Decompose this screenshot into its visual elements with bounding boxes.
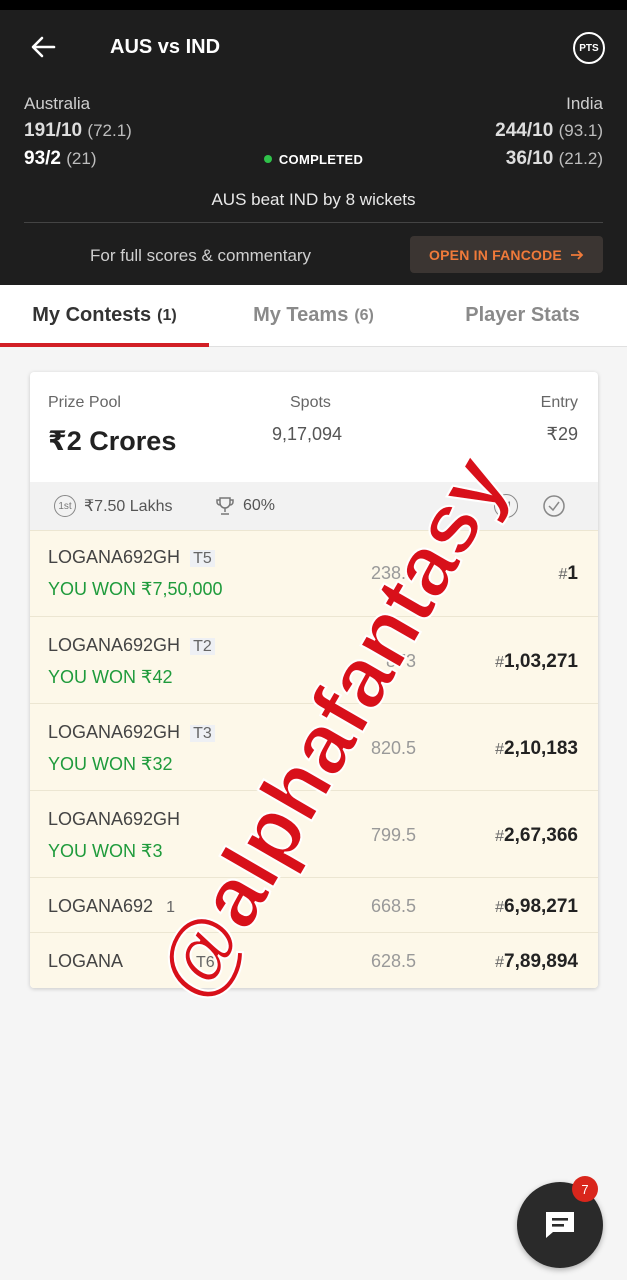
chat-notification-badge: 7 [572, 1176, 598, 1202]
tab-count: (6) [354, 306, 374, 324]
entry-value: ₹29 [546, 424, 578, 444]
team-rank: #1,03,271 [495, 651, 578, 672]
team-rank: #2,10,183 [495, 738, 578, 759]
status-label: COMPLETED [278, 152, 364, 167]
team-tag: T3 [190, 725, 215, 742]
contest-card[interactable]: Prize Pool ₹2 Crores Spots 9,17,094 Entr… [30, 372, 598, 988]
app-bar: AUS vs IND PTS [0, 10, 627, 84]
tab-bar: My Contests (1) My Teams (6) Player Stat… [0, 285, 627, 347]
match-result: AUS beat IND by 8 wickets [211, 190, 416, 209]
team-tag: 1 [166, 899, 175, 916]
team-row[interactable]: LOGANA692GH T2 YOU WON ₹42 873 #1,03,271 [30, 616, 598, 703]
team-name-text: LOGANA692GH [48, 809, 181, 829]
back-arrow-icon[interactable] [28, 32, 58, 62]
team-tag: T2 [190, 638, 215, 655]
guaranteed-check-icon [543, 495, 565, 517]
winnings: YOU WON ₹32 [48, 754, 173, 774]
tab-count: (1) [157, 306, 177, 324]
team-points: 799.5 [370, 825, 416, 845]
first-prize-value: ₹7.50 Lakhs [84, 498, 173, 515]
team-name-text: LOGANA [48, 951, 124, 971]
rank-value: 2,67,366 [504, 825, 578, 846]
team1-inn1-overs: (72.1) [87, 121, 132, 140]
pts-icon[interactable]: PTS [573, 32, 605, 64]
team-rank: #7,89,894 [495, 951, 578, 972]
first-prize-icon: 1st [54, 495, 76, 517]
team-row[interactable]: LOGANA692 1 668.5 #6,98,271 [30, 877, 598, 932]
spots-label: Spots [290, 394, 331, 411]
team1-inn1-score: 191/10 [24, 120, 83, 141]
tab-my-contests[interactable]: My Contests (1) [0, 285, 209, 347]
team-points: 873 [385, 651, 416, 671]
team-rank: #1 [558, 563, 578, 584]
status-dot-icon [263, 155, 272, 163]
team-name: LOGANA692GH [48, 809, 180, 830]
header-divider [24, 222, 603, 223]
tab-label: Player Stats [465, 304, 580, 326]
status-bar [0, 0, 627, 10]
tab-label: My Teams [253, 304, 349, 326]
rank-value: 6,98,271 [504, 896, 578, 917]
team-row[interactable]: LOGANA692GH T3 YOU WON ₹32 820.5 #2,10,18… [30, 703, 598, 790]
winnings: YOU WON ₹42 [48, 667, 173, 687]
team-rank: #6,98,271 [495, 896, 578, 917]
match-status: COMPLETED [0, 152, 627, 167]
match-title: AUS vs IND [110, 36, 221, 58]
team-points: 820.5 [370, 738, 416, 758]
team-name-text: LOGANA692GH [48, 547, 181, 567]
tab-player-stats[interactable]: Player Stats [418, 285, 627, 346]
rank-value: 1 [567, 563, 578, 584]
team-row[interactable]: LOGANA T6 628.5 #7,89,894 [30, 932, 598, 988]
team-name: LOGANA692GH T5 [48, 547, 215, 568]
team-name: LOGANA692 1 [48, 896, 178, 917]
team-row[interactable]: LOGANA692GH YOU WON ₹3 799.5 #2,67,366 [30, 790, 598, 877]
open-in-fancode-button[interactable]: OPEN IN FANCODE [410, 236, 603, 273]
rank-value: 2,10,183 [504, 738, 578, 759]
arrow-right-icon [570, 249, 584, 260]
tab-my-teams[interactable]: My Teams (6) [209, 285, 418, 346]
winners-percent: 60% [215, 496, 275, 516]
team2-innings1: 244/10 (93.1) [495, 120, 603, 142]
rank-value: 7,89,894 [504, 951, 578, 972]
prize-pool-value: ₹2 Crores [48, 426, 177, 456]
team-rank: #2,67,366 [495, 825, 578, 846]
team-points: 628.5 [370, 951, 416, 971]
team-name: LOGANA T6 [48, 951, 218, 972]
entry-label: Entry [540, 394, 578, 411]
team2-inn1-overs: (93.1) [558, 121, 603, 140]
team2-name: India [566, 94, 603, 113]
team-name-text: LOGANA692GH [48, 635, 181, 655]
match-header: AUS vs IND PTS Australia India 191/10 (7… [0, 10, 627, 285]
winnings: YOU WON ₹3 [48, 841, 163, 861]
team-tag: T5 [190, 550, 215, 567]
team1-innings1: 191/10 (72.1) [24, 120, 132, 142]
team1-name: Australia [24, 94, 91, 113]
team-tag: T6 [196, 954, 215, 971]
winners-percent-value: 60% [243, 497, 276, 514]
winnings: YOU WON ₹7,50,000 [48, 579, 223, 599]
spots-value: 9,17,094 [272, 424, 343, 444]
full-scores-text: For full scores & commentary [90, 246, 312, 265]
team2-inn1-score: 244/10 [495, 120, 554, 141]
fancode-button-label: OPEN IN FANCODE [429, 246, 562, 263]
contest-info-bar: 1st ₹7.50 Lakhs 60% M [30, 482, 598, 530]
team-points: 668.5 [370, 896, 416, 916]
team-name-text: LOGANA692GH [48, 722, 181, 742]
first-prize: 1st ₹7.50 Lakhs [54, 495, 172, 517]
tab-label: My Contests [32, 304, 152, 326]
prize-pool-label: Prize Pool [48, 394, 121, 411]
team-name-text: LOGANA692 [48, 896, 154, 916]
chat-icon [546, 1212, 574, 1238]
team-name: LOGANA692GH T3 [48, 722, 215, 743]
team-row[interactable]: LOGANA692GH T5 YOU WON ₹7,50,000 238.5 #1 [30, 530, 598, 616]
team-name: LOGANA692GH T2 [48, 635, 215, 656]
multi-entry-icon: M [494, 494, 518, 518]
team-points: 238.5 [370, 563, 416, 583]
trophy-icon [216, 497, 234, 515]
rank-value: 1,03,271 [504, 651, 578, 672]
